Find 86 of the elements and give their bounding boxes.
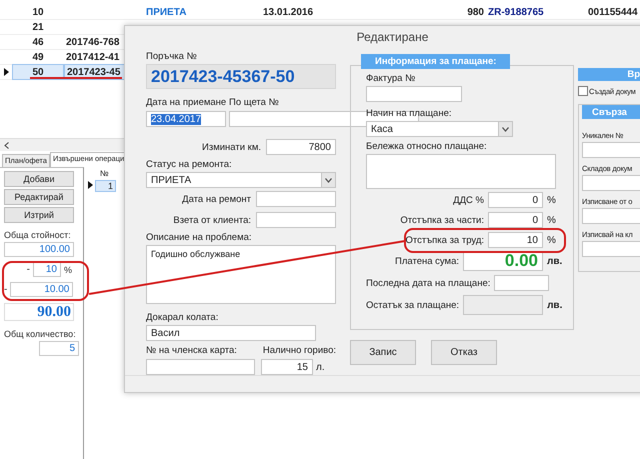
scroll-left-icon[interactable] <box>4 142 9 148</box>
text-area[interactable]: Годишно обслужване <box>146 245 336 304</box>
date-cell-text: 13.01.2016 <box>262 6 314 19</box>
field-label: По щета № <box>229 97 279 108</box>
chevron-down-icon <box>325 178 332 182</box>
row-pointer-icon <box>88 180 93 188</box>
order-row-number[interactable]: 49 <box>12 50 64 64</box>
order-row-number[interactable]: 46 <box>12 35 64 49</box>
dialog-title: Редактиране <box>356 29 430 46</box>
field-label: Дата на ремонт <box>182 194 251 204</box>
discount-percent-field[interactable]: 10 <box>32 262 61 277</box>
input-field[interactable] <box>256 191 336 207</box>
code-cell-text: ZR-9188765 <box>487 6 545 19</box>
panel-button[interactable]: Редактирай <box>4 189 74 205</box>
input-field[interactable] <box>582 241 640 257</box>
field-label: Поръчка № <box>146 51 198 62</box>
input-field[interactable] <box>366 86 462 102</box>
field-label: Докарал колата: <box>146 312 220 323</box>
percent-sign: % <box>64 264 72 274</box>
field-label: Бележка относно плащане: <box>366 141 488 152</box>
minus-sign: - <box>26 264 30 275</box>
input-field[interactable]: 0 <box>488 192 543 208</box>
field-label: Статус на ремонта: <box>146 159 233 170</box>
field-label: Налично гориво: <box>262 345 336 356</box>
input-field[interactable] <box>582 208 640 224</box>
unit-label: лв. <box>547 256 564 266</box>
input-field[interactable]: 15 <box>261 359 313 375</box>
field-label: ДДС % <box>452 194 484 206</box>
input-field[interactable] <box>494 275 550 291</box>
quantity-label: Общ количество: <box>4 329 77 339</box>
unit-label: лв. <box>547 300 564 310</box>
order-row-number[interactable]: 50 <box>12 64 64 80</box>
row-pointer-icon <box>4 68 8 76</box>
net-total-field: 90.00 <box>4 303 74 321</box>
field-label: Остатък за плащане: <box>366 300 460 310</box>
order-number-cell-text: 201746-768 <box>65 36 120 49</box>
discount-amount-field[interactable]: 10.00 <box>10 282 74 297</box>
total-field[interactable]: 100.00 <box>4 242 74 257</box>
order-row-number[interactable]: 10 <box>12 5 64 19</box>
input-field[interactable]: 0 <box>488 212 543 228</box>
dialog-button[interactable]: Запис <box>350 340 416 365</box>
order-number-cell-text: 2017412-41 <box>65 50 120 64</box>
table-cell-text: 980 <box>466 6 485 19</box>
order-number-field: 2017423-45367-50 <box>146 64 336 89</box>
input-field[interactable] <box>146 359 255 375</box>
input-field[interactable] <box>256 212 336 228</box>
operation-row[interactable]: 1 <box>95 180 116 192</box>
field-label: Отстъпка за труд: <box>404 234 484 246</box>
panel-button[interactable]: Изтрий <box>4 207 74 223</box>
field-label: Взета от клиента: <box>173 214 251 226</box>
minus-sign: - <box>4 284 8 295</box>
text-area[interactable] <box>366 154 556 189</box>
checkbox[interactable] <box>578 86 588 96</box>
table-cell-text: 001155444 <box>587 6 639 19</box>
unit-label: л. <box>316 362 325 372</box>
group-header: Информация за плащане: <box>361 54 510 69</box>
field-label: Последна дата на плащане: <box>366 278 490 288</box>
field-label: Отстъпка за части: <box>399 214 484 226</box>
field-label: Изминати км. <box>202 142 261 152</box>
field-label: Описание на проблема: <box>146 232 253 243</box>
input-field[interactable]: Васил <box>146 325 316 341</box>
status-dropdown[interactable]: ПРИЕТА <box>146 172 336 188</box>
input-field[interactable]: 7800 <box>266 139 336 155</box>
panel-button[interactable]: Добави <box>4 171 74 187</box>
chevron-down-icon <box>502 126 509 132</box>
date-field[interactable]: 23.04.2017 <box>146 111 226 127</box>
group-header: Вр <box>578 68 640 81</box>
field-label: Дата на приемане <box>146 97 226 108</box>
unit-label: % <box>547 234 557 246</box>
dialog-button[interactable]: Отказ <box>431 340 497 365</box>
status-cell-text: ПРИЕТА <box>145 6 188 19</box>
input-field[interactable]: 10 <box>488 232 543 248</box>
group-header: Свърза <box>582 105 640 119</box>
field-label: Начин на плащане: <box>366 108 452 119</box>
field-label: Фактура № <box>366 73 416 84</box>
field-label: № на членска карта: <box>146 345 238 356</box>
unit-label: % <box>547 194 557 206</box>
quantity-field[interactable]: 5 <box>39 341 79 356</box>
total-label: Обща стойност: <box>4 230 72 240</box>
unit-label: % <box>547 214 557 226</box>
input-field[interactable] <box>582 142 640 158</box>
payment-method-dropdown[interactable]: Каса <box>366 121 513 137</box>
column-header: № <box>99 168 110 179</box>
field-label: Платена сума: <box>394 256 459 266</box>
order-row-number[interactable]: 21 <box>12 20 64 34</box>
input-field[interactable] <box>582 175 640 191</box>
